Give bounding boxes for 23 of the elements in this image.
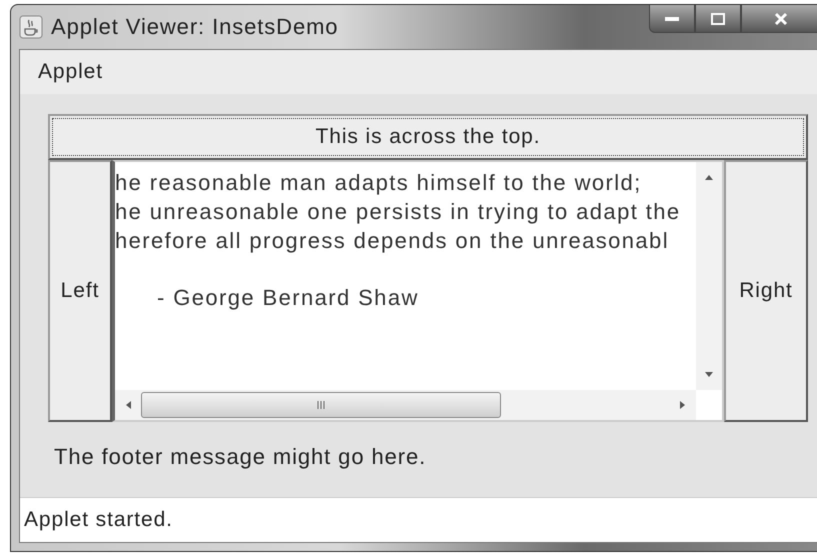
- minimize-icon: [665, 16, 679, 20]
- scrollbar-thumb[interactable]: [141, 392, 501, 418]
- text-line: he unreasonable one persists in trying to adapt the: [115, 198, 682, 226]
- status-bar: Applet started.: [20, 497, 817, 542]
- horizontal-scrollbar[interactable]: [115, 390, 696, 420]
- text-line: herefore all progress depends on the unreasonabl: [115, 227, 670, 255]
- text-line: - George Bernard Shaw: [156, 284, 420, 312]
- text-area[interactable]: he reasonable man adapts himself to the world; he unreasonable one persists in trying to adapt the herefore all progress depends on the unreasonabl - George Bernard Shaw: [112, 160, 724, 422]
- grip-icon: [316, 401, 326, 409]
- menu-item[interactable]: Applet: [38, 60, 103, 84]
- close-button[interactable]: [741, 5, 817, 33]
- right-button[interactable]: Right: [724, 160, 808, 422]
- top-button[interactable]: This is across the top.: [48, 114, 808, 160]
- window-title: Applet Viewer: InsetsDemo: [51, 14, 338, 40]
- minimize-button[interactable]: [649, 5, 695, 33]
- close-icon: [774, 12, 788, 26]
- vertical-scrollbar[interactable]: [696, 162, 722, 390]
- footer-message: The footer message might go here.: [53, 443, 428, 470]
- left-button[interactable]: Left: [48, 160, 112, 422]
- maximize-icon: [711, 12, 725, 24]
- coffee-cup-icon: [19, 15, 43, 39]
- maximize-button[interactable]: [695, 5, 741, 33]
- text-line: he reasonable man adapts himself to the world;: [115, 169, 643, 197]
